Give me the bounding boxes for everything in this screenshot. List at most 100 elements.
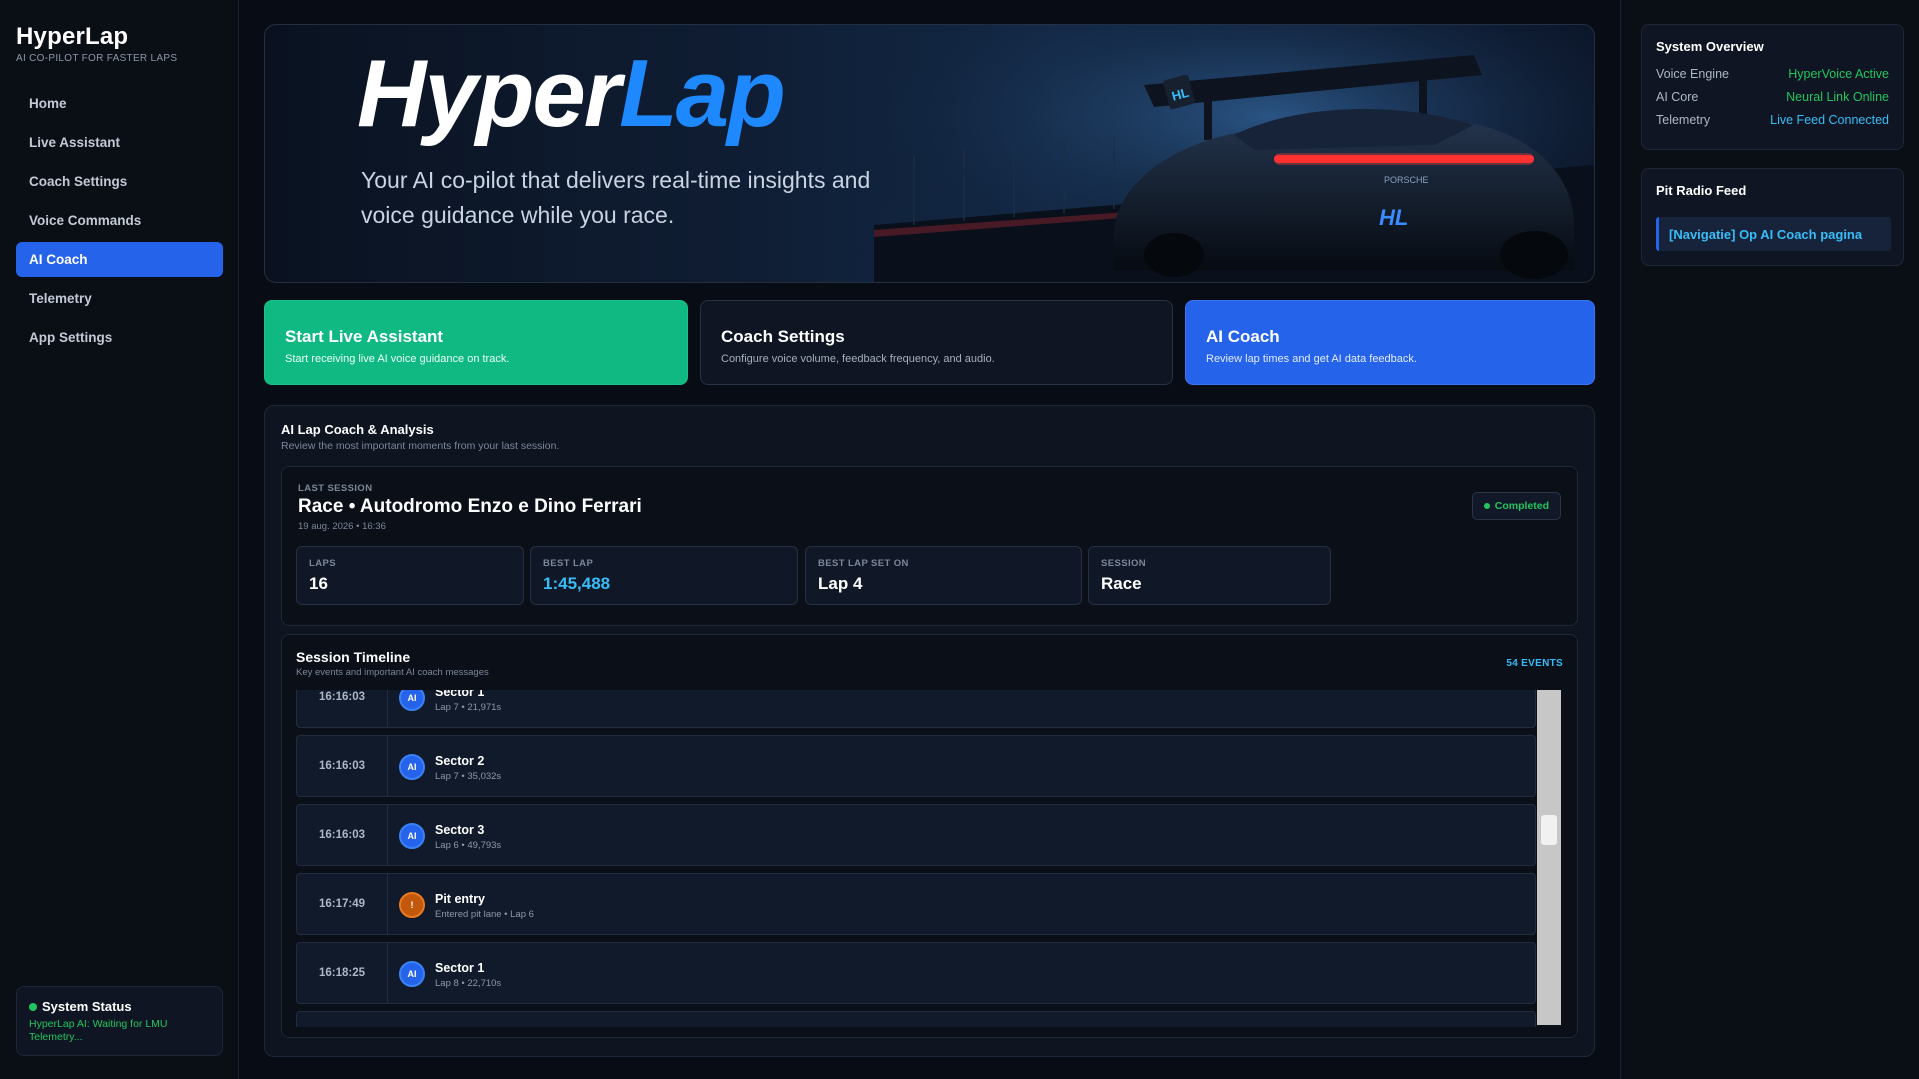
timeline-event[interactable]: 16:16:03 AI Sector 2 Lap 7 • 35,032s: [296, 735, 1536, 797]
stat-best-lap-set-on: BEST LAP SET ON Lap 4: [805, 546, 1082, 605]
sidebar-item-label: App Settings: [29, 330, 113, 345]
session-title: Race • Autodromo Enzo e Dino Ferrari: [298, 496, 642, 517]
sidebar: HyperLap AI CO-PILOT FOR FASTER LAPS Hom…: [0, 0, 239, 1079]
system-overview-panel: System Overview Voice Engine HyperVoice …: [1641, 24, 1904, 150]
card-title: Start Live Assistant: [285, 327, 444, 346]
ai-icon: AI: [399, 690, 425, 711]
event-time: 16:16:03: [297, 736, 388, 796]
session-label: LAST SESSION: [298, 483, 373, 494]
session-date: 19 aug. 2026 • 16:36: [298, 521, 386, 532]
stat-label: BEST LAP: [543, 558, 594, 569]
pit-radio-message: [Navigatie] Op AI Coach pagina: [1656, 217, 1891, 251]
coach-settings-card[interactable]: Coach Settings Configure voice volume, f…: [700, 300, 1173, 385]
system-status-title-text: System Status: [42, 999, 132, 1014]
system-status-text: HyperLap AI: Waiting for LMU Telemetry..…: [29, 1018, 168, 1043]
car-brand-text: PORSCHE: [1384, 175, 1429, 185]
timeline-event[interactable]: 16:16:03 AI Sector 1 Lap 7 • 21,971s: [296, 690, 1536, 728]
analysis-subtitle: Review the most important moments from y…: [281, 440, 560, 452]
sidebar-item-label: Telemetry: [29, 291, 92, 306]
sidebar-item-app-settings[interactable]: App Settings: [16, 320, 223, 355]
pit-radio-title: Pit Radio Feed: [1656, 183, 1747, 198]
status-dot-icon: [29, 1002, 37, 1011]
stat-value: 16: [309, 574, 328, 593]
hero-title-hyper: Hyper: [357, 40, 621, 147]
stat-label: SESSION: [1101, 558, 1147, 569]
card-description: Start receiving live AI voice guidance o…: [285, 353, 510, 365]
hero-banner: PORSCHE HL HL HyperLap Your AI co-pilot …: [264, 24, 1595, 283]
timeline-event[interactable]: 16:16:03 AI Sector 3 Lap 6 • 49,793s: [296, 804, 1536, 866]
card-title: AI Coach: [1206, 327, 1280, 346]
event-detail: Lap 7 • 21,971s: [435, 702, 502, 713]
timeline-subtitle: Key events and important AI coach messag…: [296, 667, 489, 678]
brand-name: HyperLap: [16, 23, 129, 50]
ai-coach-card[interactable]: AI Coach Review lap times and get AI dat…: [1185, 300, 1595, 385]
analysis-title: AI Lap Coach & Analysis: [281, 422, 434, 437]
event-time: 16:18:25: [297, 943, 388, 1003]
event-time: 16:16:03: [297, 690, 388, 727]
card-description: Configure voice volume, feedback frequen…: [721, 353, 995, 365]
timeline-event[interactable]: 16:17:49 ! Pit entry Entered pit lane • …: [296, 873, 1536, 935]
pit-radio-panel: Pit Radio Feed [Navigatie] Op AI Coach p…: [1641, 168, 1904, 266]
overview-value: Live Feed Connected: [1770, 113, 1889, 127]
sidebar-item-label: Voice Commands: [29, 213, 142, 228]
hero-title-lap: Lap: [619, 40, 786, 147]
system-status-card: System Status HyperLap AI: Waiting for L…: [16, 986, 223, 1056]
ai-icon: AI: [399, 754, 425, 780]
timeline-scrollbar[interactable]: [1537, 690, 1561, 1025]
event-detail: Lap 6 • 49,793s: [435, 840, 502, 851]
timeline-list[interactable]: 16:16:03 AI Sector 1 Lap 7 • 21,971s 16:…: [296, 690, 1544, 1027]
card-description: Review lap times and get AI data feedbac…: [1206, 353, 1417, 365]
timeline-event-partial[interactable]: [296, 1011, 1536, 1027]
overview-value: HyperVoice Active: [1788, 67, 1889, 81]
stat-laps: LAPS 16: [296, 546, 524, 605]
last-session-card: LAST SESSION Race • Autodromo Enzo e Din…: [281, 466, 1578, 626]
sidebar-item-live-assistant[interactable]: Live Assistant: [16, 125, 223, 160]
card-title: Coach Settings: [721, 327, 845, 346]
overview-row-voice-engine: Voice Engine HyperVoice Active: [1656, 67, 1889, 83]
event-detail: Lap 8 • 22,710s: [435, 978, 502, 989]
stat-label: BEST LAP SET ON: [818, 558, 909, 569]
status-dot-icon: [1483, 503, 1490, 509]
hero-title: HyperLap: [357, 39, 786, 149]
brand-tagline: AI CO-PILOT FOR FASTER LAPS: [16, 53, 178, 64]
sidebar-item-label: Home: [29, 96, 67, 111]
start-live-assistant-card[interactable]: Start Live Assistant Start receiving liv…: [264, 300, 688, 385]
ai-icon: AI: [399, 961, 425, 987]
stat-label: LAPS: [309, 558, 336, 569]
session-timeline: Session Timeline Key events and importan…: [281, 634, 1578, 1038]
sidebar-item-telemetry[interactable]: Telemetry: [16, 281, 223, 316]
status-badge-label: Completed: [1494, 500, 1549, 512]
status-badge: Completed: [1471, 492, 1561, 520]
sidebar-item-ai-coach[interactable]: AI Coach: [16, 242, 223, 277]
event-title: Pit entry: [435, 892, 486, 906]
scrollbar-thumb[interactable]: [1541, 815, 1557, 845]
sidebar-item-coach-settings[interactable]: Coach Settings: [16, 164, 223, 199]
overview-key: AI Core: [1656, 90, 1699, 104]
timeline-event-count: 54 EVENTS: [1506, 658, 1563, 669]
sidebar-item-voice-commands[interactable]: Voice Commands: [16, 203, 223, 238]
hero-subtitle: Your AI co-pilot that delivers real-time…: [361, 167, 871, 228]
overview-key: Voice Engine: [1656, 67, 1729, 81]
system-overview-title: System Overview: [1656, 39, 1764, 54]
event-title: Sector 1: [435, 690, 485, 699]
right-panel: System Overview Voice Engine HyperVoice …: [1620, 0, 1919, 1079]
sidebar-nav: Home Live Assistant Coach Settings Voice…: [16, 86, 223, 359]
sidebar-item-home[interactable]: Home: [16, 86, 223, 121]
sidebar-item-label: Coach Settings: [29, 174, 128, 189]
brand: HyperLap AI CO-PILOT FOR FASTER LAPS: [16, 23, 177, 64]
race-car-illustration: PORSCHE HL HL: [874, 25, 1594, 282]
timeline-event[interactable]: 16:18:25 AI Sector 1 Lap 8 • 22,710s: [296, 942, 1536, 1004]
event-title: Sector 1: [435, 961, 485, 975]
stat-value: Lap 4: [818, 574, 863, 593]
stat-value: 1:45,488: [543, 574, 611, 593]
event-time: 16:16:03: [297, 805, 388, 865]
overview-value: Neural Link Online: [1786, 90, 1889, 104]
stat-value: Race: [1101, 574, 1142, 593]
stat-session: SESSION Race: [1088, 546, 1331, 605]
system-status-title: System Status: [29, 999, 210, 1014]
lap-analysis-panel: AI Lap Coach & Analysis Review the most …: [264, 405, 1595, 1057]
car-badge-text: HL: [1379, 205, 1408, 230]
stat-best-lap: BEST LAP 1:45,488: [530, 546, 798, 605]
warning-icon: !: [399, 892, 425, 918]
overview-row-ai-core: AI Core Neural Link Online: [1656, 90, 1889, 106]
